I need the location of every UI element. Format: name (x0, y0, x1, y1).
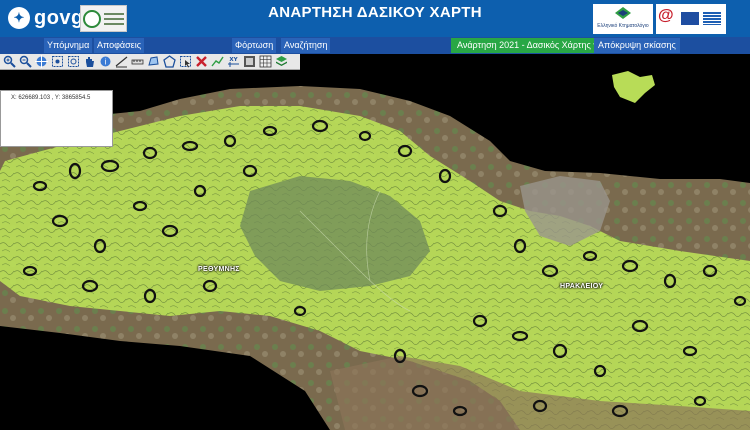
zoom-out-icon[interactable] (18, 55, 32, 69)
greek-flag-icon (703, 12, 721, 25)
ministry-seal-icon (83, 9, 101, 28)
ministry-text-lines (104, 12, 124, 25)
funding-logos: @ (656, 4, 726, 34)
zoom-box-icon[interactable] (50, 55, 64, 69)
identify-icon[interactable]: i (98, 55, 112, 69)
map-label-heraklion: ΗΡΑΚΛΕΙΟΥ (560, 283, 604, 290)
select-rectangle-icon[interactable] (178, 55, 192, 69)
cadastre-caption: Ελληνικό Κτηματολόγιο (597, 23, 649, 29)
decisions-button[interactable]: Αποφάσεις (94, 38, 145, 53)
layers-icon[interactable] (274, 55, 288, 69)
eu-flag-icon (681, 12, 699, 25)
coordinates-panel: Χ: 626689.103 , Υ: 3865854.5 (0, 90, 113, 147)
measure-angle-icon[interactable] (130, 55, 144, 69)
greek-emblem-icon: ✦ (8, 7, 30, 29)
coordinates-readout: Χ: 626689.103 , Υ: 3865854.5 (11, 95, 91, 101)
pan-icon[interactable] (82, 55, 96, 69)
print-icon[interactable] (242, 55, 256, 69)
basemap-icon[interactable] (258, 55, 272, 69)
xy-coordinates-icon[interactable]: XY (226, 55, 240, 69)
zoom-in-icon[interactable] (2, 55, 16, 69)
zoom-selection-icon[interactable] (66, 55, 80, 69)
load-button[interactable]: Φόρτωση (232, 38, 277, 53)
map-toolbar: i XY (0, 54, 300, 70)
clear-selection-icon[interactable] (194, 55, 208, 69)
measure-area-icon[interactable] (146, 55, 160, 69)
hide-shading-button[interactable]: Απόκρυψη σκίασης (594, 38, 680, 53)
map-label-rethymno: ΡΕΘΥΜΝΗΣ (198, 266, 240, 273)
header-bar: ✦ govgr ΑΝΑΡΤΗΣΗ ΔΑΣΙΚΟΥ ΧΑΡΤΗ Ελληνικό … (0, 0, 750, 37)
page-title: ΑΝΑΡΤΗΣΗ ΔΑΣΙΚΟΥ ΧΑΡΤΗ (268, 4, 482, 21)
legend-button[interactable]: Υπόμνημα (44, 38, 93, 53)
svg-text:XY: XY (229, 57, 238, 63)
svg-text:i: i (104, 58, 106, 67)
draw-line-icon[interactable] (210, 55, 224, 69)
search-button[interactable]: Αναζήτηση (281, 38, 331, 53)
cadastre-logo: Ελληνικό Κτηματολόγιο (593, 4, 653, 34)
full-extent-icon[interactable] (34, 55, 48, 69)
ministry-logo (80, 5, 127, 32)
posting-dropdown[interactable]: Ανάρτηση 2021 - Δασικός Χάρτης ▾ (451, 38, 604, 53)
select-polygon-icon[interactable] (162, 55, 176, 69)
digital-logo-icon: @ (658, 7, 674, 24)
measure-distance-icon[interactable] (114, 55, 128, 69)
posting-dropdown-label: Ανάρτηση 2021 - Δασικός Χάρτης (457, 40, 591, 50)
cadastre-mark-icon (615, 7, 631, 19)
